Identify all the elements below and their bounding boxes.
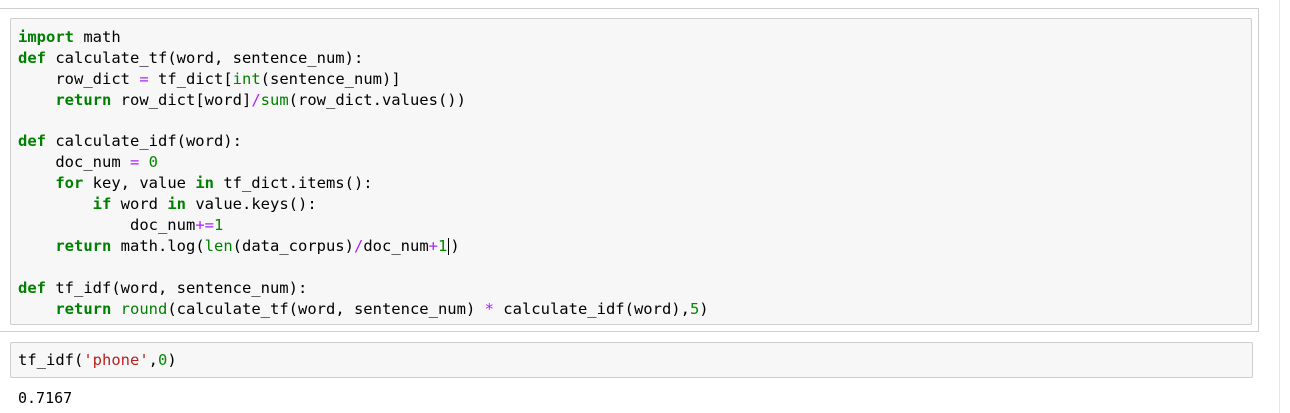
code-cell[interactable]: tf_idf('phone',0) xyxy=(10,342,1253,378)
scrollbar[interactable] xyxy=(1279,0,1290,413)
code-line[interactable]: import math xyxy=(18,27,709,48)
code-line[interactable]: def calculate_tf(word, sentence_num): xyxy=(18,48,709,69)
code-line[interactable]: tf_idf('phone',0) xyxy=(18,350,177,371)
code-line[interactable]: return row_dict[word]/sum(row_dict.value… xyxy=(18,90,709,111)
code-line[interactable]: if word in value.keys(): xyxy=(18,194,709,215)
code-line[interactable]: doc_num+=1 xyxy=(18,215,709,236)
code-line[interactable]: def calculate_idf(word): xyxy=(18,131,709,152)
code-line[interactable]: ​ xyxy=(18,111,709,132)
code-line[interactable]: doc_num = 0 xyxy=(18,152,709,173)
code-editor[interactable]: import math def calculate_tf(word, senten… xyxy=(10,18,1252,325)
code-cell-selected[interactable]: import math def calculate_tf(word, senten… xyxy=(0,8,1259,332)
code-line[interactable]: def tf_idf(word, sentence_num): xyxy=(18,278,709,299)
code-lines: import math def calculate_tf(word, senten… xyxy=(18,27,709,319)
notebook: import math def calculate_tf(word, senten… xyxy=(0,0,1290,413)
code-line[interactable]: return math.log(len(data_corpus)/doc_num… xyxy=(18,236,709,257)
cell-output: 0.7167 xyxy=(18,389,73,407)
code-line[interactable]: row_dict = tf_dict[int(sentence_num)] xyxy=(18,69,709,90)
code-line[interactable]: ​ xyxy=(18,257,709,278)
code-line[interactable]: return round(calculate_tf(word, sentence… xyxy=(18,299,708,320)
code-line[interactable]: for key, value in tf_dict.items(): xyxy=(18,173,709,194)
